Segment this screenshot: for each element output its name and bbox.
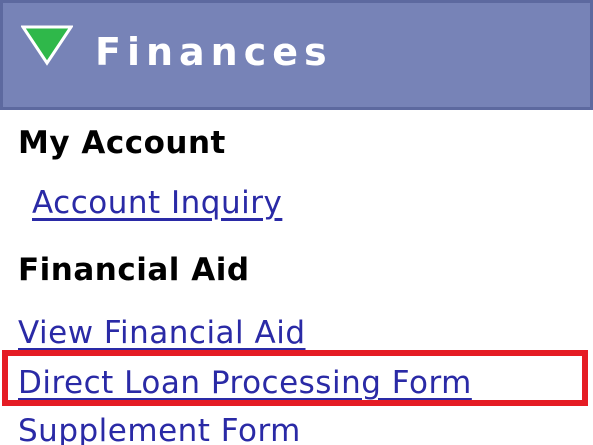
section-heading-my-account: My Account (18, 125, 226, 161)
direct-loan-processing-form-link[interactable]: Direct Loan Processing Form (18, 368, 472, 399)
finances-header: Finances (0, 0, 593, 110)
supplement-form-link[interactable]: Supplement Form (18, 416, 301, 445)
account-inquiry-link[interactable]: Account Inquiry (32, 188, 282, 219)
triangle-down-icon[interactable] (21, 23, 73, 67)
view-financial-aid-link[interactable]: View Financial Aid (18, 318, 306, 349)
section-heading-financial-aid: Financial Aid (18, 252, 250, 288)
finances-title: Finances (95, 30, 333, 74)
